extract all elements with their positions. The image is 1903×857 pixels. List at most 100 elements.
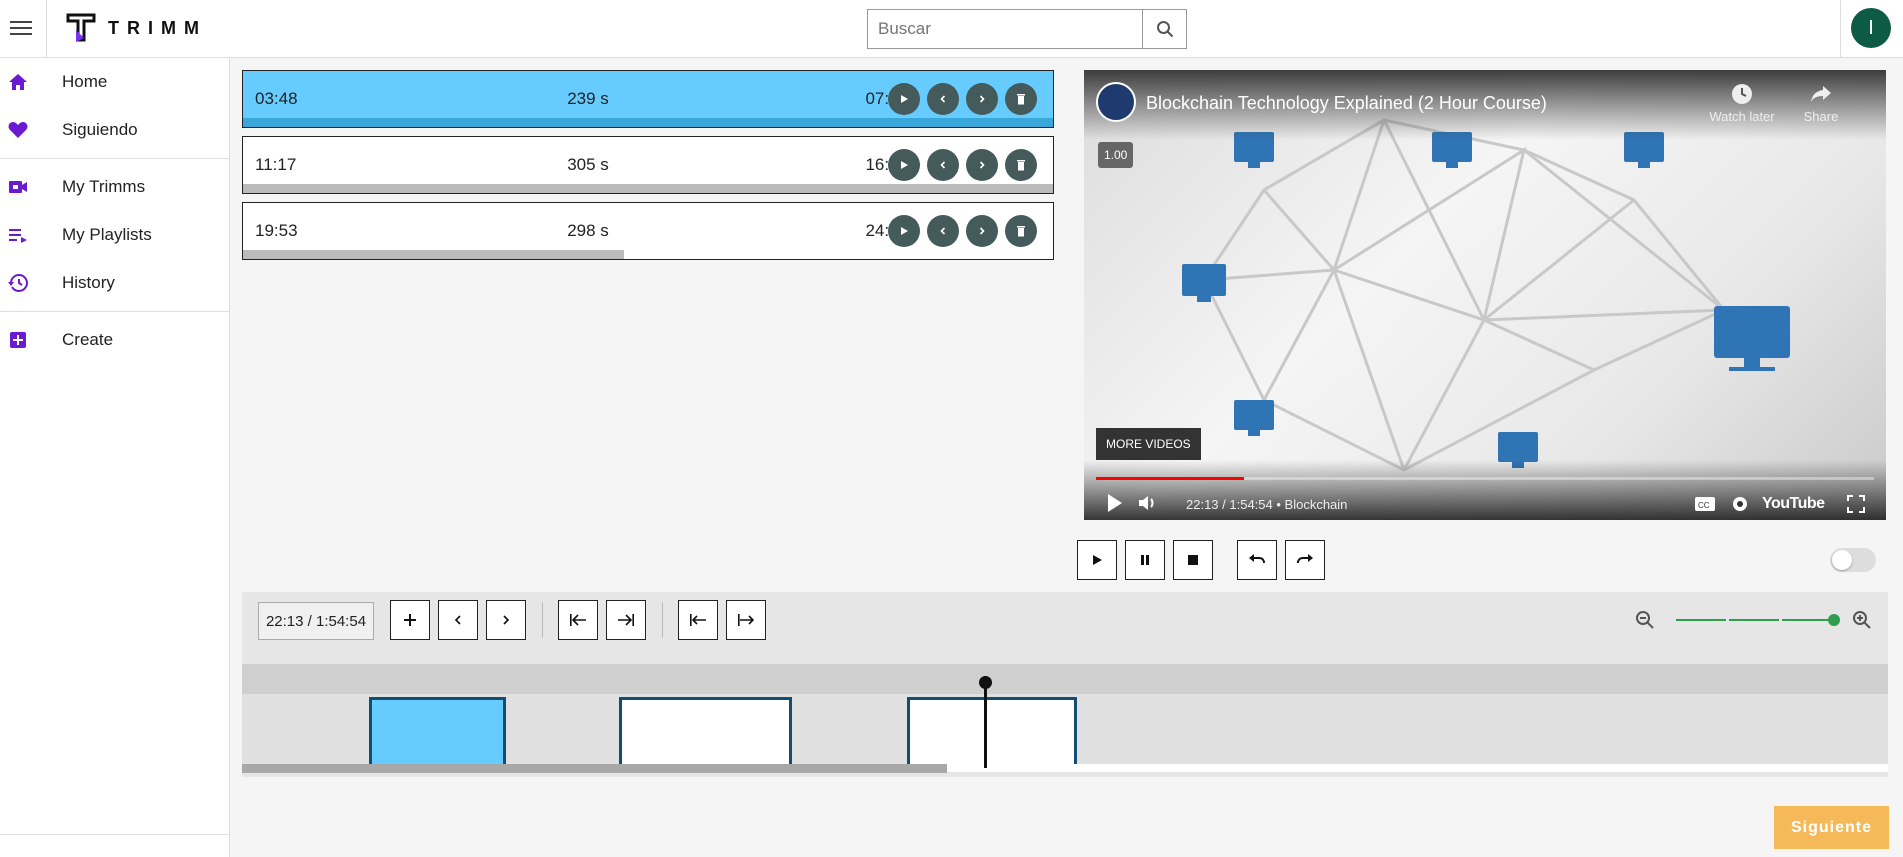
avatar[interactable]: I (1851, 8, 1891, 48)
share-button[interactable]: Share (1786, 82, 1856, 124)
sidebar-item-label: Create (62, 330, 114, 349)
sidebar-item-my-playlists[interactable]: My Playlists (0, 211, 229, 259)
trimm-logo-icon (66, 12, 96, 44)
stop-button[interactable] (1173, 540, 1213, 580)
redo-button[interactable] (1285, 540, 1325, 580)
sidebar-item-history[interactable]: History (0, 259, 229, 307)
sidebar-item-label: My Playlists (62, 225, 152, 244)
move-start-left-button[interactable] (558, 600, 598, 640)
top-bar: TRIMM I (0, 0, 1903, 58)
trimm-progress-bar (243, 184, 1053, 193)
undo-icon (1249, 554, 1265, 564)
divider (662, 602, 663, 638)
share-label: Share (1803, 109, 1839, 124)
move-end-right-button[interactable] (606, 600, 646, 640)
zoom-slider-segment (1782, 619, 1832, 621)
sidebar-item-label: Home (62, 72, 108, 91)
zoom-in-icon[interactable] (1852, 610, 1872, 630)
timeline-clip[interactable] (907, 697, 1077, 767)
more-videos-button[interactable]: MORE VIDEOS (1096, 428, 1201, 460)
set-end-button[interactable] (726, 600, 766, 640)
next-button[interactable] (486, 600, 526, 640)
previous-trimm-button[interactable] (927, 83, 959, 115)
play-icon (901, 161, 908, 169)
undo-button[interactable] (1237, 540, 1277, 580)
next-trimm-button[interactable] (966, 83, 998, 115)
youtube-logo[interactable]: YouTube (1762, 495, 1825, 513)
trimm-start-time: 03:48 (255, 89, 298, 108)
trimm-row[interactable]: 11:17 305 s 16:22 (242, 136, 1054, 194)
settings-icon[interactable] (1730, 494, 1750, 514)
trash-icon (1017, 226, 1025, 237)
captions-icon[interactable]: CC (1694, 496, 1716, 512)
next-trimm-button[interactable] (966, 149, 998, 181)
logo[interactable]: TRIMM (66, 12, 207, 44)
watch-later-label: Watch later (1709, 109, 1775, 124)
trimm-row[interactable]: 03:48 239 s 07:47 (242, 70, 1054, 128)
sidebar-item-my-trimms[interactable]: My Trimms (0, 163, 229, 211)
timeline-clip[interactable] (369, 697, 506, 767)
video-time: 22:13 / 1:54:54 • Blockchain (1186, 497, 1347, 512)
previous-trimm-button[interactable] (927, 149, 959, 181)
delete-trimm-button[interactable] (1005, 215, 1037, 247)
sidebar-item-label: History (62, 273, 115, 292)
sidebar-item-label: My Trimms (62, 177, 146, 196)
play-button[interactable] (1077, 540, 1117, 580)
play-trimm-button[interactable] (888, 215, 920, 247)
play-icon[interactable] (1106, 492, 1124, 514)
zoom-slider-segment (1676, 619, 1726, 621)
video-time-text: 22:13 / 1:54:54 (1186, 497, 1273, 512)
play-icon (901, 227, 908, 235)
playhead[interactable] (984, 676, 987, 768)
previous-trimm-button[interactable] (927, 215, 959, 247)
heart-icon (0, 121, 36, 139)
toggle-knob (1832, 550, 1852, 570)
volume-icon[interactable] (1138, 494, 1158, 512)
timeline-track[interactable] (242, 694, 1888, 767)
menu-icon[interactable] (10, 17, 32, 37)
trimm-duration: 298 s (567, 221, 609, 240)
zoom-slider-thumb[interactable] (1828, 614, 1840, 626)
svg-text:CC: CC (1698, 501, 1710, 510)
playback-speed-badge: 1.00 (1098, 142, 1134, 168)
trimm-row[interactable]: 19:53 298 s 24:51 (242, 202, 1054, 260)
playhead-handle[interactable] (979, 676, 992, 689)
video-progress-bar[interactable] (1096, 477, 1874, 480)
delete-trimm-button[interactable] (1005, 83, 1037, 115)
trimm-progress-bar (243, 118, 1053, 127)
fullscreen-icon[interactable] (1847, 495, 1865, 513)
sidebar-item-siguiendo[interactable]: Siguiendo (0, 106, 229, 154)
delete-trimm-button[interactable] (1005, 149, 1037, 181)
play-trimm-button[interactable] (888, 149, 920, 181)
pause-button[interactable] (1125, 540, 1165, 580)
channel-avatar[interactable] (1096, 82, 1136, 122)
home-icon (0, 73, 36, 91)
video-title[interactable]: Blockchain Technology Explained (2 Hour … (1146, 93, 1547, 114)
video-player[interactable]: Blockchain Technology Explained (2 Hour … (1084, 70, 1886, 520)
timeline-scrollbar[interactable] (242, 764, 947, 773)
watch-later-button[interactable]: Watch later (1707, 82, 1777, 124)
timeline-ruler[interactable] (242, 664, 1888, 694)
next-trimm-button[interactable] (966, 215, 998, 247)
arrow-from-bar-right-icon (738, 614, 755, 626)
search-input[interactable] (868, 10, 1142, 48)
chevron-left-icon (940, 227, 946, 235)
previous-button[interactable] (438, 600, 478, 640)
add-trimm-button[interactable] (390, 600, 430, 640)
arrow-to-right-icon (618, 614, 634, 626)
set-start-button[interactable] (678, 600, 718, 640)
share-icon (1811, 86, 1831, 102)
clock-icon (1732, 84, 1752, 104)
search-button[interactable] (1142, 10, 1186, 48)
zoom-out-icon[interactable] (1635, 610, 1655, 630)
zoom-slider[interactable] (1676, 614, 1840, 626)
play-trimm-button[interactable] (888, 83, 920, 115)
toggle-switch[interactable] (1830, 548, 1876, 572)
chapter-label: • Blockchain (1276, 497, 1348, 512)
timeline-clip[interactable] (619, 697, 792, 767)
next-step-button[interactable]: Siguiente (1774, 806, 1889, 849)
sidebar-item-create[interactable]: Create (0, 316, 229, 364)
computer-icons (1182, 132, 1790, 468)
arrow-to-left-icon (570, 614, 586, 626)
sidebar-item-home[interactable]: Home (0, 58, 229, 106)
